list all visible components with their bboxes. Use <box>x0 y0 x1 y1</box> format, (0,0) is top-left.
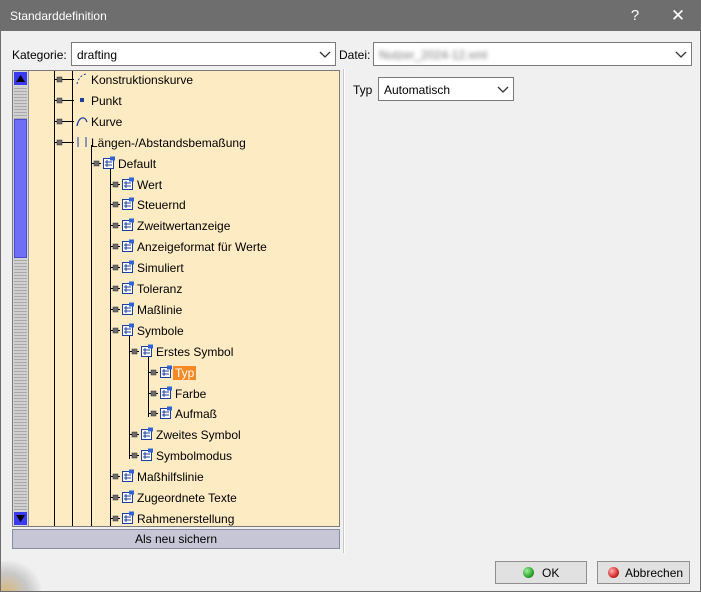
tree-node[interactable]: Symbole <box>13 322 339 340</box>
tree-node[interactable]: Kurve <box>13 113 339 131</box>
tree-node[interactable]: Wert <box>13 176 339 194</box>
dimension-icon <box>77 136 87 147</box>
tree-node[interactable]: Maßhilfslinie <box>13 468 339 486</box>
tree-node[interactable]: Punkt <box>13 92 339 110</box>
standard-definition-dialog: Standarddefinition ? ✕ Kategorie: drafti… <box>0 0 701 592</box>
tree-node[interactable]: Längen-/Abstandsbemaßung <box>13 134 339 152</box>
tree-node-label: Rahmenerstellung <box>137 511 235 526</box>
parameter-icon <box>141 344 153 357</box>
corner-decoration <box>1 561 41 591</box>
tree-node-label: Zweites Symbol <box>156 428 241 443</box>
chevron-down-icon <box>497 86 509 93</box>
ok-button[interactable]: OK <box>495 561 587 584</box>
tree-node-label: Simuliert <box>137 261 184 276</box>
tree-node[interactable]: Zweites Symbol <box>13 426 339 444</box>
category-label: Kategorie: <box>12 48 67 62</box>
tree-node[interactable]: Default <box>13 155 339 173</box>
parameter-icon <box>122 239 134 253</box>
parameter-icon <box>160 386 172 399</box>
tree-node[interactable]: Zweitwertanzeige <box>13 217 339 235</box>
parameter-icon <box>122 177 134 190</box>
tree-node[interactable]: Aufmaß <box>13 405 339 423</box>
title-bar[interactable]: Standarddefinition ? ✕ <box>1 1 700 31</box>
tree-node[interactable]: Rahmenerstellung <box>13 510 339 526</box>
tree-node[interactable]: Anzeigeformat für Werte <box>13 238 339 256</box>
tree-node-label: Farbe <box>175 386 207 401</box>
file-value: Nutzer_2024-12.xml <box>379 48 488 62</box>
parameter-icon <box>160 406 172 420</box>
construction-curve-icon <box>76 73 88 85</box>
tree-node-label: Maßlinie <box>137 302 183 317</box>
tree-node-label: Symbolmodus <box>156 449 233 464</box>
tree-node[interactable]: Toleranz <box>13 280 339 298</box>
parameter-icon <box>122 197 134 211</box>
parameter-icon <box>122 281 134 294</box>
curve-icon <box>76 117 88 126</box>
file-label: Datei: <box>339 48 371 62</box>
category-value: drafting <box>77 48 118 62</box>
parameter-icon <box>122 302 134 315</box>
tree-node[interactable]: Simuliert <box>13 259 339 277</box>
tree-node[interactable]: Erstes Symbol <box>13 343 339 361</box>
tree-node-label: Zugeordnete Texte <box>137 491 237 505</box>
parameter-icon <box>122 469 134 483</box>
tree-node-label: Zweitwertanzeige <box>137 219 231 234</box>
tree-node[interactable]: Typ <box>13 364 339 382</box>
parameter-icon <box>122 323 134 336</box>
point-icon <box>80 97 84 102</box>
type-dropdown[interactable]: Automatisch <box>378 77 514 101</box>
tree-node-label: Symbole <box>137 323 184 338</box>
cancel-label: Abbrechen <box>625 566 684 580</box>
tree-node-label: Maßhilfslinie <box>137 470 204 485</box>
tree-node-label: Typ <box>173 365 197 380</box>
help-button[interactable]: ? <box>615 1 655 31</box>
panel-splitter[interactable] <box>343 69 345 553</box>
tree-node[interactable]: Steuernd <box>13 196 339 214</box>
save-as-new-button[interactable]: Als neu sichern <box>12 529 340 549</box>
tree-node-label: Default <box>118 156 157 171</box>
parameter-icon <box>122 490 134 503</box>
type-value: Automatisch <box>384 83 451 97</box>
cancel-button[interactable]: Abbrechen <box>597 561 690 584</box>
tree-node[interactable]: Symbolmodus <box>13 447 339 465</box>
ok-icon <box>523 567 534 578</box>
tree-node[interactable]: Zugeordnete Texte <box>13 489 339 507</box>
parameter-icon <box>122 511 134 524</box>
close-button[interactable]: ✕ <box>658 1 698 31</box>
tree-node-label: Punkt <box>91 93 122 108</box>
tree-node-label: Toleranz <box>137 282 183 296</box>
tree-node-label: Längen-/Abstandsbemaßung <box>91 135 246 150</box>
ok-label: OK <box>542 566 560 580</box>
tree-node-label: Steuernd <box>137 198 186 213</box>
chevron-down-icon <box>675 51 687 58</box>
file-dropdown[interactable]: Nutzer_2024-12.xml <box>373 42 692 66</box>
settings-tree[interactable]: Konstruktionskurve Punkt Kurve Längen-/Abst… <box>12 70 340 527</box>
tree-node[interactable]: Maßlinie <box>13 301 339 319</box>
parameter-icon <box>141 448 153 462</box>
tree-node-label: Erstes Symbol <box>156 344 234 359</box>
tree-node-label: Kurve <box>91 114 123 129</box>
parameter-icon <box>122 260 134 274</box>
chevron-down-icon <box>319 51 331 58</box>
category-dropdown[interactable]: drafting <box>71 42 336 66</box>
tree-node-label: Anzeigeformat für Werte <box>137 240 267 255</box>
tree-node-label: Aufmaß <box>175 407 218 422</box>
type-label: Typ <box>353 83 373 97</box>
window-title: Standarddefinition <box>10 9 107 23</box>
tree-node[interactable]: Konstruktionskurve <box>13 71 339 89</box>
tree-node-label: Wert <box>137 177 163 192</box>
tree-node-label: Konstruktionskurve <box>91 73 194 87</box>
parameter-icon <box>141 427 153 441</box>
parameter-icon <box>103 156 115 169</box>
parameter-icon <box>160 365 172 378</box>
cancel-icon <box>608 567 619 578</box>
parameter-icon <box>122 218 134 232</box>
tree-node[interactable]: Farbe <box>13 385 339 403</box>
